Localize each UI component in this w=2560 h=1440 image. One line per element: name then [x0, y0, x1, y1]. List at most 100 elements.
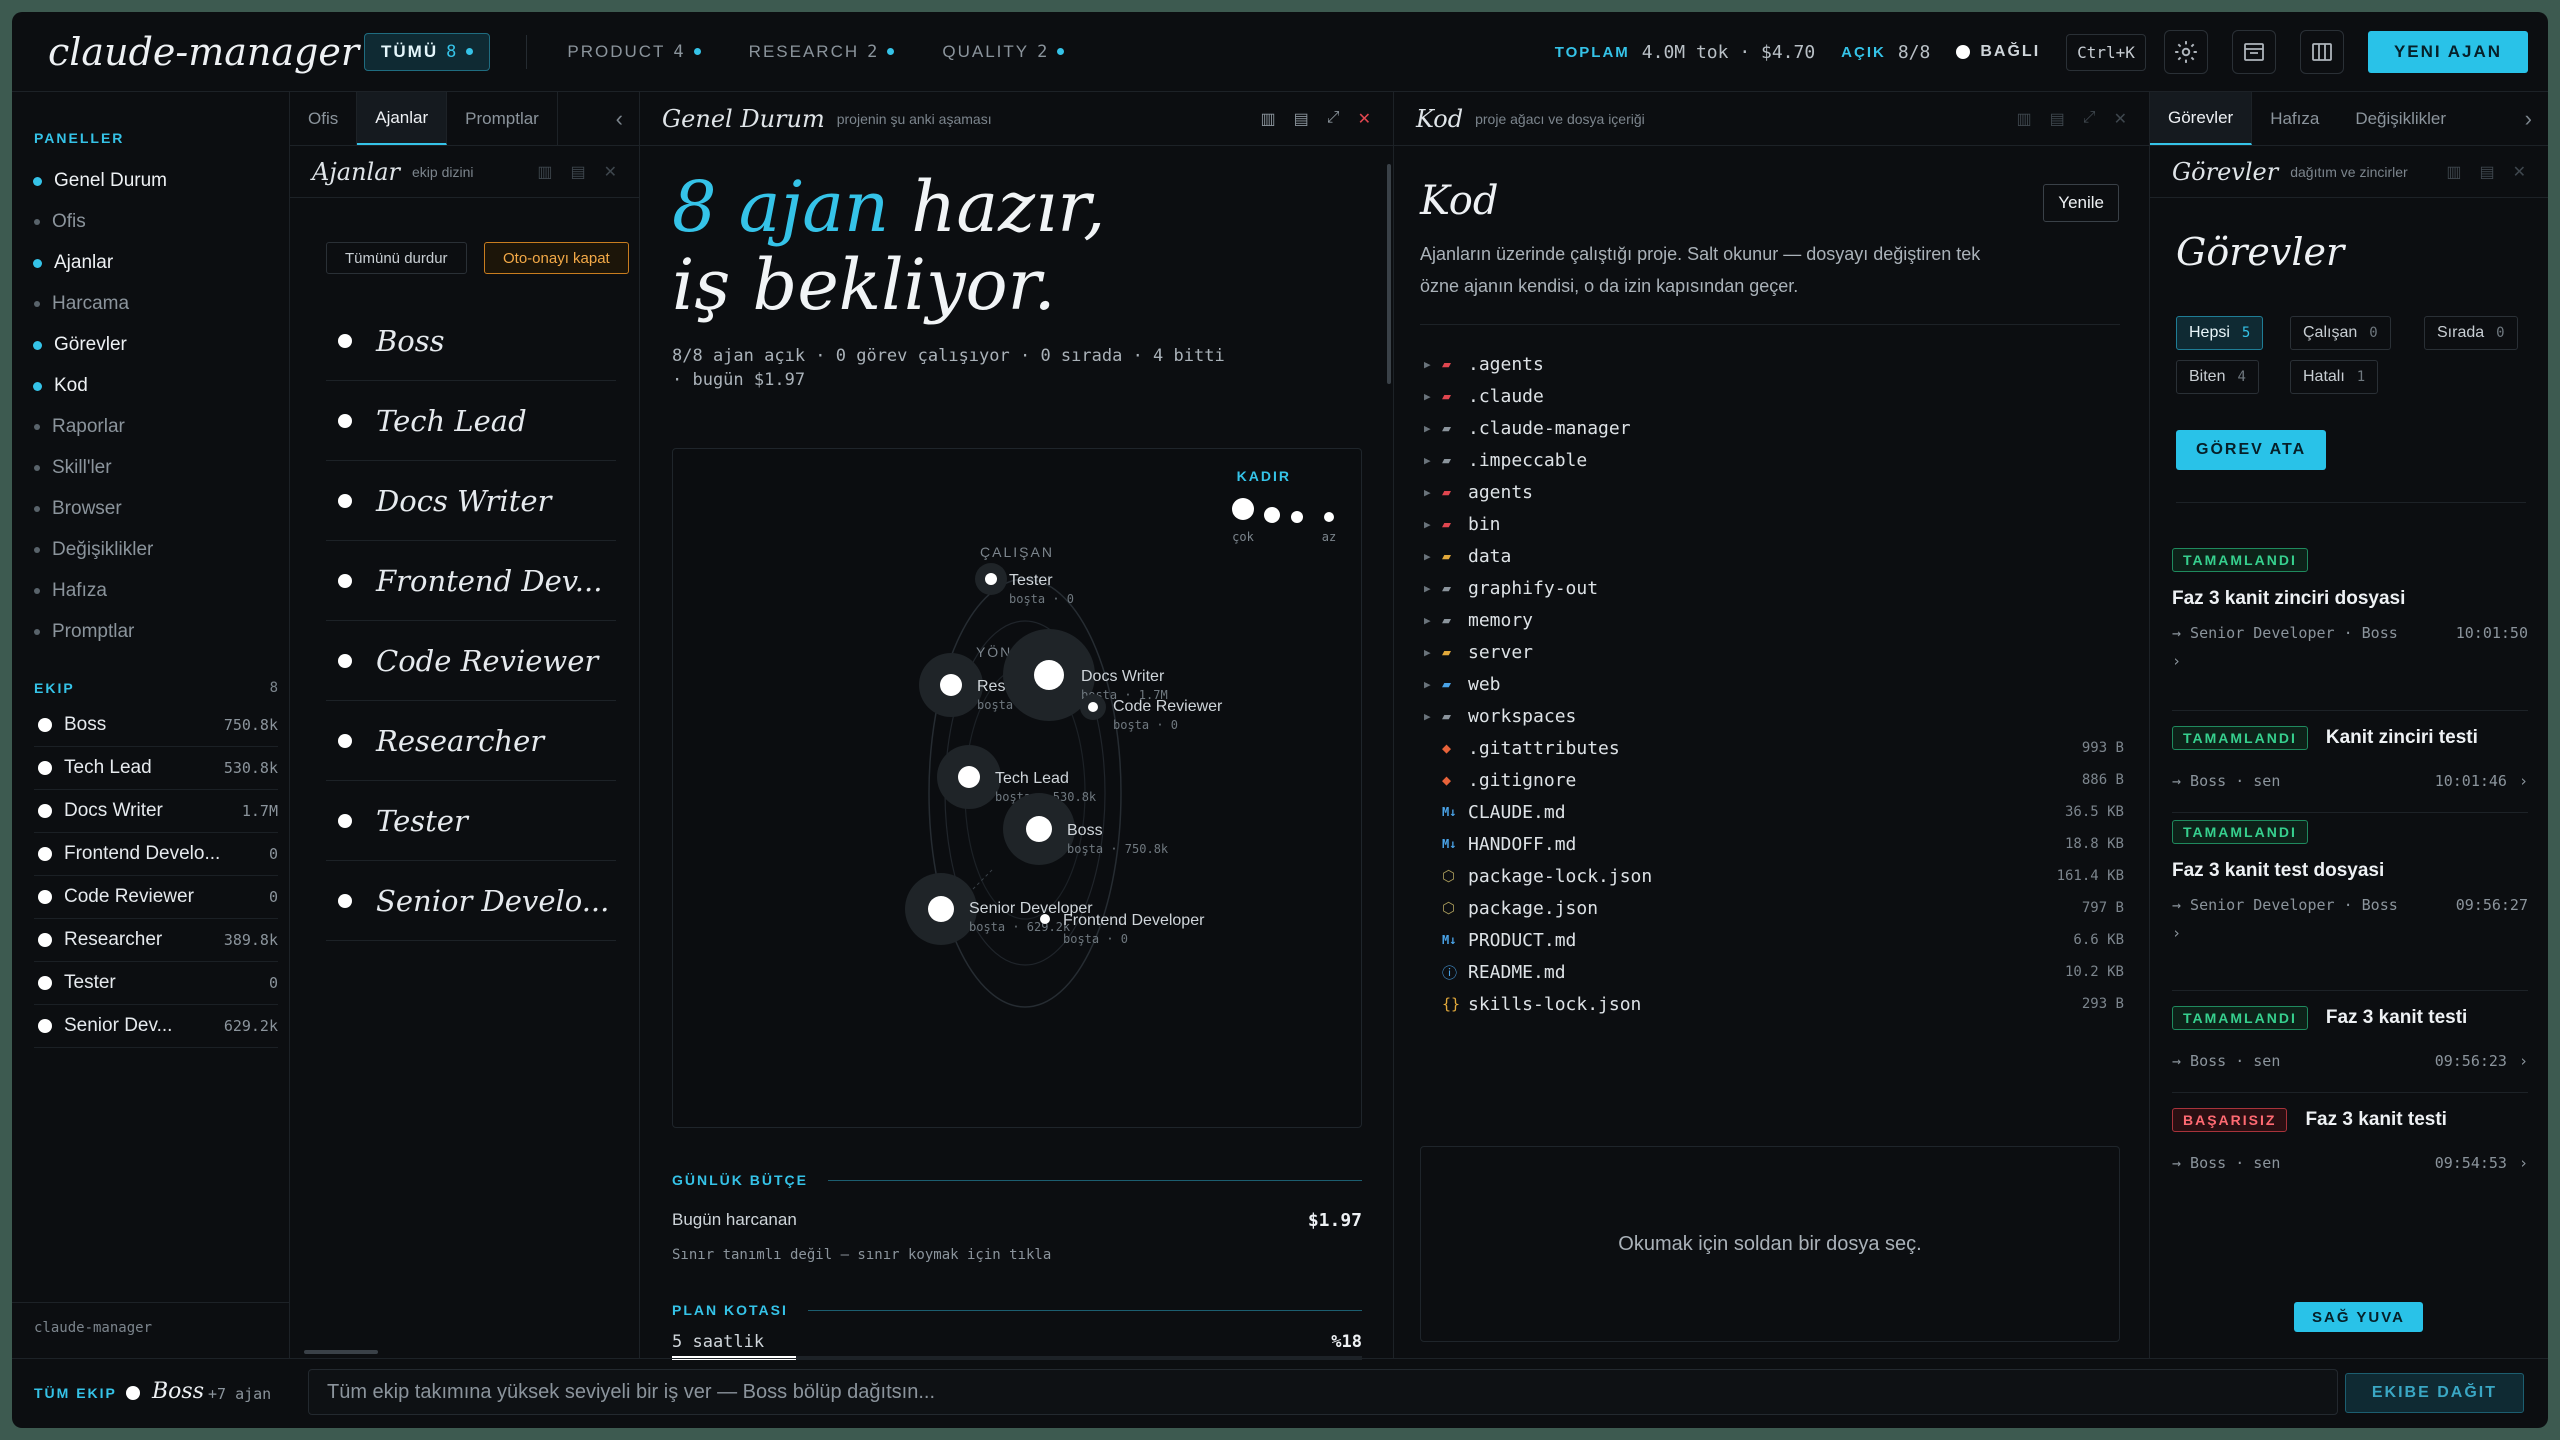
close-icon[interactable]: ✕: [2114, 109, 2127, 129]
folder-row[interactable]: ▶ ▰ agents: [1424, 476, 2124, 508]
collapse-icon[interactable]: ‹: [616, 92, 639, 145]
folder-row[interactable]: ▶ ▰ .claude-manager: [1424, 412, 2124, 444]
auto-approve-toggle[interactable]: Oto-onayı kapat: [484, 242, 629, 274]
file-row[interactable]: M↓ PRODUCT.md 6.6 KB: [1424, 924, 2124, 956]
command-input[interactable]: Tüm ekip takımına yüksek seviyeli bir iş…: [308, 1369, 2338, 1415]
assign-task-button[interactable]: GÖREV ATA: [2176, 430, 2327, 470]
sidebar-item-browser[interactable]: Browser: [34, 498, 122, 520]
folder-row[interactable]: ▶ ▰ .claude: [1424, 380, 2124, 412]
folder-row[interactable]: ▶ ▰ graphify-out: [1424, 572, 2124, 604]
distribute-button[interactable]: EKIBE DAĞIT: [2344, 1373, 2524, 1413]
dock-left-icon[interactable]: ▥: [2446, 162, 2461, 182]
team-member[interactable]: Boss 750.8k: [34, 704, 278, 747]
agent-row[interactable]: Docs Writer: [326, 461, 616, 541]
folder-row[interactable]: ▶ ▰ server: [1424, 636, 2124, 668]
vertical-scrollbar[interactable]: [1387, 164, 1391, 384]
columns-icon[interactable]: [2299, 30, 2344, 74]
sidebar-item-spending[interactable]: Harcama: [34, 293, 129, 315]
new-agent-button[interactable]: YENI AJAN: [2367, 31, 2528, 73]
tab-office[interactable]: Ofis: [290, 92, 358, 145]
command-palette-shortcut[interactable]: Ctrl+K: [2066, 33, 2146, 71]
team-member[interactable]: Frontend Develo... 0: [34, 833, 278, 876]
team-member[interactable]: Tech Lead 530.8k: [34, 747, 278, 790]
file-row[interactable]: {} skills-lock.json 293 B: [1424, 988, 2124, 1020]
folder-row[interactable]: ▶ ▰ .impeccable: [1424, 444, 2124, 476]
tab-changes[interactable]: Değişiklikler: [2337, 92, 2464, 145]
sidebar-item-tasks[interactable]: Görevler: [33, 334, 127, 356]
file-row[interactable]: ⬡ package.json 797 B: [1424, 892, 2124, 924]
sidebar-item-reports[interactable]: Raporlar: [34, 416, 125, 438]
sidebar-item-changes[interactable]: Değişiklikler: [34, 539, 153, 561]
horizontal-scrollbar[interactable]: [304, 1350, 378, 1354]
dock-left-icon[interactable]: ▥: [1261, 109, 1276, 129]
team-member[interactable]: Tester 0: [34, 962, 278, 1005]
folder-row[interactable]: ▶ ▰ .agents: [1424, 348, 2124, 380]
tab-research[interactable]: RESEARCH 2: [749, 42, 895, 62]
tab-tasks[interactable]: Görevler: [2150, 92, 2253, 145]
folder-row[interactable]: ▶ ▰ workspaces: [1424, 700, 2124, 732]
team-graph[interactable]: KADIR çok az ÇALIŞAN YÖNETİCİ Tester boş…: [672, 448, 1362, 1128]
file-row[interactable]: ◆ .gitignore 886 B: [1424, 764, 2124, 796]
agent-row[interactable]: Tech Lead: [326, 381, 616, 461]
chevron-right-icon[interactable]: ›: [2172, 924, 2528, 942]
team-member[interactable]: Code Reviewer 0: [34, 876, 278, 919]
task-card[interactable]: TAMAMLANDI Faz 3 kanit zinciri dosyasi →…: [2172, 548, 2528, 670]
dock-right-icon[interactable]: ▤: [2479, 162, 2494, 182]
dock-right-icon[interactable]: ▤: [2050, 109, 2065, 129]
folder-row[interactable]: ▶ ▰ memory: [1424, 604, 2124, 636]
dock-right-icon[interactable]: ▤: [570, 162, 585, 182]
refresh-button[interactable]: Yenile: [2043, 184, 2119, 222]
close-icon[interactable]: ✕: [604, 162, 617, 182]
file-row[interactable]: M↓ HANDOFF.md 18.8 KB: [1424, 828, 2124, 860]
sidebar-item-memory[interactable]: Hafıza: [34, 580, 107, 602]
file-row[interactable]: ◆ .gitattributes 993 B: [1424, 732, 2124, 764]
graph-node-code-reviewer[interactable]: Code Reviewer boşta · 0: [1080, 694, 1223, 732]
folder-row[interactable]: ▶ ▰ web: [1424, 668, 2124, 700]
expand-icon[interactable]: ⤢: [2083, 109, 2096, 129]
task-card[interactable]: BAŞARISIZ Faz 3 kanit testi → Boss · sen 0…: [2172, 1108, 2528, 1172]
target-agent[interactable]: Boss: [152, 1379, 204, 1404]
agent-row[interactable]: Senior Develo...: [326, 861, 616, 941]
file-row[interactable]: ⬡ package-lock.json 161.4 KB: [1424, 860, 2124, 892]
team-member[interactable]: Docs Writer 1.7M: [34, 790, 278, 833]
file-row[interactable]: M↓ CLAUDE.md 36.5 KB: [1424, 796, 2124, 828]
filter-all[interactable]: Hepsi 5: [2176, 316, 2264, 350]
tab-prompts[interactable]: Promptlar: [447, 92, 558, 145]
task-card[interactable]: TAMAMLANDI Faz 3 kanit test dosyasi → Se…: [2172, 820, 2528, 942]
graph-node-tester[interactable]: Tester boşta · 0: [975, 563, 1074, 606]
tab-memory[interactable]: Hafıza: [2252, 92, 2337, 145]
file-row[interactable]: ⓘ README.md 10.2 KB: [1424, 956, 2124, 988]
chevron-right-icon[interactable]: ›: [2519, 772, 2528, 790]
window-icon[interactable]: [2231, 30, 2276, 74]
folder-row[interactable]: ▶ ▰ bin: [1424, 508, 2124, 540]
team-member[interactable]: Senior Dev... 629.2k: [34, 1005, 278, 1048]
team-member[interactable]: Researcher 389.8k: [34, 919, 278, 962]
right-dock-button[interactable]: SAĞ YUVA: [2294, 1302, 2423, 1332]
dock-left-icon[interactable]: ▥: [2017, 109, 2032, 129]
filter-queued[interactable]: Sırada 0: [2424, 316, 2518, 350]
close-icon[interactable]: ✕: [1358, 109, 1371, 129]
sidebar-item-agents[interactable]: Ajanlar: [33, 252, 113, 274]
chevron-right-icon[interactable]: ›: [2525, 92, 2548, 145]
agent-row[interactable]: Tester: [326, 781, 616, 861]
stop-all-button[interactable]: Tümünü durdur: [326, 242, 467, 274]
agent-row[interactable]: Code Reviewer: [326, 621, 616, 701]
tab-agents[interactable]: Ajanlar: [357, 92, 448, 145]
filter-running[interactable]: Çalışan 0: [2290, 316, 2391, 350]
tab-quality[interactable]: QUALITY 2: [942, 42, 1065, 62]
chevron-right-icon[interactable]: ›: [2519, 1154, 2528, 1172]
agent-row[interactable]: Frontend Dev...: [326, 541, 616, 621]
task-card[interactable]: TAMAMLANDI Kanit zinciri testi → Boss · s…: [2172, 726, 2528, 790]
agent-row[interactable]: Boss: [326, 301, 616, 381]
task-card[interactable]: TAMAMLANDI Faz 3 kanit testi → Boss · sen…: [2172, 1006, 2528, 1070]
dock-left-icon[interactable]: ▥: [537, 162, 552, 182]
agent-row[interactable]: Researcher: [326, 701, 616, 781]
close-icon[interactable]: ✕: [2513, 162, 2526, 182]
sidebar-item-code[interactable]: Kod: [33, 375, 88, 397]
sidebar-item-office[interactable]: Ofis: [34, 211, 86, 233]
set-limit-link[interactable]: Sınır tanımlı değil — sınır koymak için …: [672, 1247, 1362, 1263]
filter-done[interactable]: Biten 4: [2176, 360, 2259, 394]
sidebar-item-skills[interactable]: Skill'ler: [34, 457, 112, 479]
dock-right-icon[interactable]: ▤: [1294, 109, 1309, 129]
sidebar-item-overview[interactable]: Genel Durum: [33, 170, 167, 192]
